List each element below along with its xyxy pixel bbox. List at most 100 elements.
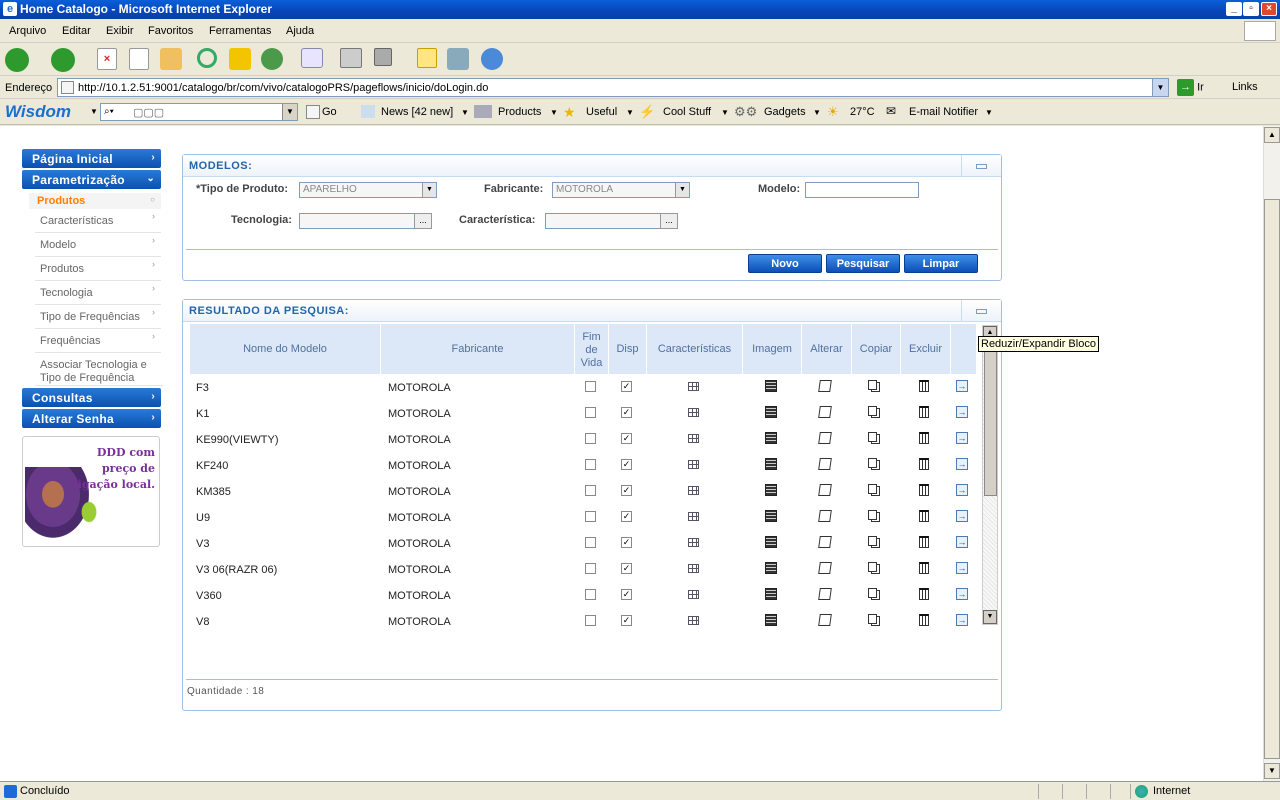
disp-checkbox[interactable]: ✓ <box>621 537 632 548</box>
refresh-icon[interactable] <box>129 48 149 70</box>
expand-arrow-icon[interactable]: → <box>956 614 968 626</box>
search-go-icon[interactable] <box>306 105 320 119</box>
collapse-toggle-button[interactable] <box>961 155 1001 176</box>
copy-icon[interactable] <box>868 562 877 572</box>
scroll-down-icon[interactable]: ▼ <box>1264 763 1280 779</box>
imagem-icon[interactable] <box>765 484 777 496</box>
imagem-icon[interactable] <box>765 536 777 548</box>
disp-checkbox[interactable]: ✓ <box>621 485 632 496</box>
col-copiar[interactable]: Copiar <box>852 324 901 374</box>
copy-icon[interactable] <box>868 406 877 416</box>
chevron-down-icon[interactable]: ▼ <box>626 108 634 117</box>
trash-icon[interactable] <box>919 588 929 600</box>
caracteristicas-icon[interactable] <box>688 616 699 625</box>
sidebar-item-caracteristicas[interactable]: Características › <box>35 210 161 233</box>
disp-checkbox[interactable]: ✓ <box>621 381 632 392</box>
caracteristica-input[interactable] <box>545 213 661 229</box>
useful-button[interactable]: Useful <box>586 106 617 118</box>
chevron-down-icon[interactable]: ▼ <box>461 108 469 117</box>
go-button[interactable]: → Ir <box>1177 79 1204 96</box>
fim-vida-checkbox[interactable] <box>585 381 596 392</box>
edit-icon[interactable] <box>818 614 832 626</box>
disp-checkbox[interactable]: ✓ <box>621 407 632 418</box>
trash-icon[interactable] <box>919 458 929 470</box>
col-nome-modelo[interactable]: Nome do Modelo <box>190 324 381 374</box>
expand-arrow-icon[interactable]: → <box>956 536 968 548</box>
copy-icon[interactable] <box>868 536 877 546</box>
email-notifier-button[interactable]: E-mail Notifier <box>909 106 978 118</box>
imagem-icon[interactable] <box>765 510 777 522</box>
imagem-icon[interactable] <box>765 406 777 418</box>
caracteristicas-icon[interactable] <box>688 434 699 443</box>
menu-exibir[interactable]: Exibir <box>106 25 134 37</box>
fim-vida-checkbox[interactable] <box>585 563 596 574</box>
copy-icon[interactable] <box>868 458 877 468</box>
products-button[interactable]: Products <box>498 106 541 118</box>
col-caracteristicas[interactable]: Características <box>647 324 743 374</box>
edit-icon[interactable] <box>818 380 832 392</box>
trash-icon[interactable] <box>919 484 929 496</box>
scroll-up-icon[interactable]: ▲ <box>1264 127 1280 143</box>
temperature[interactable]: 27°C <box>850 106 875 118</box>
chevron-down-icon[interactable]: ▼ <box>813 108 821 117</box>
imagem-icon[interactable] <box>765 588 777 600</box>
imagem-icon[interactable] <box>765 380 777 392</box>
col-excluir[interactable]: Excluir <box>901 324 951 374</box>
sidebar-item-tecnologia[interactable]: Tecnologia › <box>35 282 161 305</box>
chevron-down-icon[interactable]: ▼ <box>1152 79 1168 96</box>
fim-vida-checkbox[interactable] <box>585 537 596 548</box>
sidebar-item-tipo-frequencias[interactable]: Tipo de Frequências › <box>35 306 161 329</box>
title-bar[interactable]: e Home Catalogo - Microsoft Internet Exp… <box>0 0 1280 19</box>
disp-checkbox[interactable]: ✓ <box>621 459 632 470</box>
news-button[interactable]: News [42 new] <box>381 106 453 118</box>
copy-icon[interactable] <box>868 588 877 598</box>
nav-alterar-senha[interactable]: Alterar Senha › <box>22 409 161 428</box>
modelo-input[interactable] <box>805 182 919 198</box>
chevron-down-icon[interactable]: ▼ <box>282 104 297 120</box>
fim-vida-checkbox[interactable] <box>585 589 596 600</box>
fim-vida-checkbox[interactable] <box>585 485 596 496</box>
trash-icon[interactable] <box>919 536 929 548</box>
history-icon[interactable] <box>261 48 283 70</box>
imagem-icon[interactable] <box>765 562 777 574</box>
ad-banner[interactable]: DDD com preço de ligação local. <box>22 436 160 547</box>
edit-icon[interactable] <box>818 510 832 522</box>
edit-icon[interactable] <box>818 406 832 418</box>
print-icon[interactable] <box>340 48 362 68</box>
copy-icon[interactable] <box>868 510 877 520</box>
caracteristicas-icon[interactable] <box>688 564 699 573</box>
caracteristicas-icon[interactable] <box>688 460 699 469</box>
fim-vida-checkbox[interactable] <box>585 615 596 626</box>
wisdom-go-button[interactable]: Go <box>322 106 337 118</box>
caracteristicas-icon[interactable] <box>688 408 699 417</box>
messenger-icon[interactable] <box>481 48 503 70</box>
tecnologia-lookup-button[interactable]: ... <box>414 213 432 229</box>
fabricante-select[interactable]: MOTOROLA ▼ <box>552 182 690 198</box>
gadgets-button[interactable]: Gadgets <box>764 106 806 118</box>
scroll-thumb[interactable] <box>1264 199 1280 759</box>
novo-button[interactable]: Novo <box>748 254 822 273</box>
caracteristicas-icon[interactable] <box>688 512 699 521</box>
note-icon[interactable] <box>417 48 437 68</box>
sidebar-item-modelo[interactable]: Modelo › <box>35 234 161 257</box>
trash-icon[interactable] <box>919 380 929 392</box>
imagem-icon[interactable] <box>765 432 777 444</box>
limpar-button[interactable]: Limpar <box>904 254 978 273</box>
fim-vida-checkbox[interactable] <box>585 433 596 444</box>
copy-icon[interactable] <box>868 614 877 624</box>
edit-icon[interactable] <box>818 458 832 470</box>
expand-arrow-icon[interactable]: → <box>956 588 968 600</box>
caracteristicas-icon[interactable] <box>688 486 699 495</box>
copy-icon[interactable] <box>868 432 877 442</box>
maximize-button[interactable]: ▫ <box>1243 2 1259 16</box>
nav-pagina-inicial[interactable]: Página Inicial › <box>22 149 161 168</box>
edit-icon[interactable] <box>818 562 832 574</box>
imagem-icon[interactable] <box>765 458 777 470</box>
col-disp[interactable]: Disp <box>609 324 647 374</box>
disp-checkbox[interactable]: ✓ <box>621 511 632 522</box>
edit-icon[interactable] <box>818 588 832 600</box>
sidebar-section-produtos[interactable]: Produtos ○ <box>29 193 161 209</box>
edit-icon[interactable] <box>818 536 832 548</box>
caracteristicas-icon[interactable] <box>688 590 699 599</box>
col-fabricante[interactable]: Fabricante <box>381 324 575 374</box>
